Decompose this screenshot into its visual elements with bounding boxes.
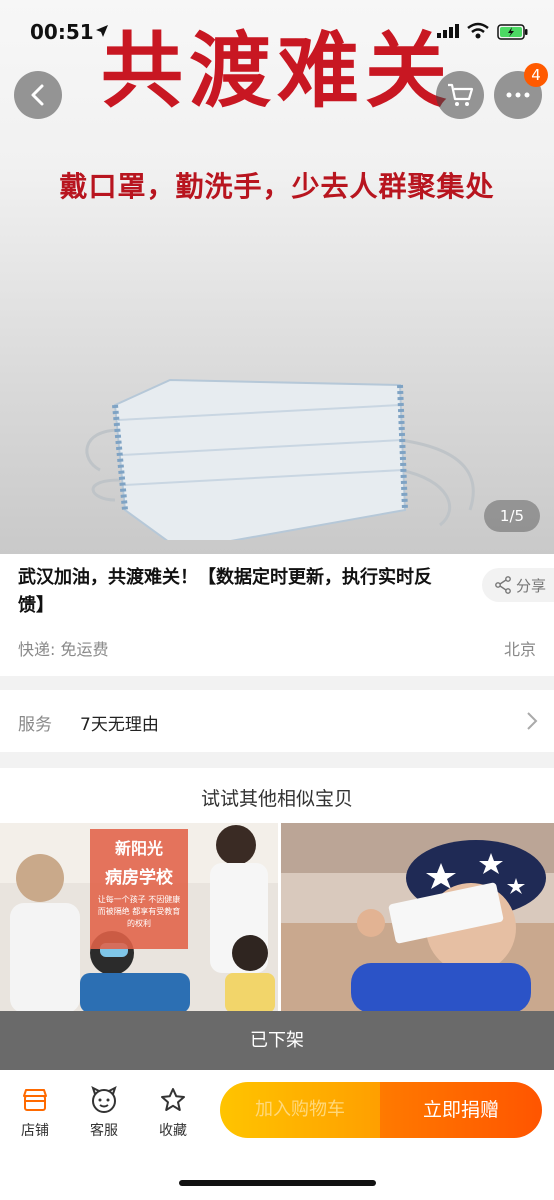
brand-name: 新阳光	[114, 839, 163, 858]
status-time: 00:51	[30, 20, 94, 44]
star-icon	[161, 1088, 185, 1111]
tab-favorite-label: 收藏	[159, 1123, 187, 1139]
service-value: 7天无理由	[80, 715, 159, 735]
brand-description: 让每一个孩子 不因健康而被隔绝 都享有受教育的权利	[97, 895, 181, 928]
donate-now-button[interactable]: 立即捐赠	[380, 1082, 542, 1138]
child-with-star-cap-image	[281, 823, 554, 1013]
cart-button[interactable]	[436, 71, 484, 119]
wifi-icon	[467, 22, 489, 39]
brand-label-box: 新阳光 病房学校 让每一个孩子 不因健康而被隔绝 都享有受教育的权利	[90, 829, 188, 949]
hero-subtitle: 戴口罩，勤洗手，少去人群聚集处	[59, 170, 495, 203]
similar-items-title: 试试其他相似宝贝	[200, 788, 353, 810]
product-info: 武汉加油，共渡难关！【数据定时更新，执行实时反馈】 分享 快递: 免运费 北京	[0, 554, 554, 676]
notification-badge: 4	[524, 63, 548, 87]
tab-favorite[interactable]: 收藏	[148, 1086, 198, 1140]
tab-shop[interactable]: 店铺	[10, 1086, 60, 1140]
chevron-right-icon	[527, 712, 538, 730]
product-title: 武汉加油，共渡难关！【数据定时更新，执行实时反馈】	[18, 567, 432, 616]
back-button[interactable]	[14, 71, 62, 119]
home-indicator[interactable]	[179, 1180, 376, 1186]
image-counter: 1/5	[484, 500, 540, 532]
battery-icon	[497, 24, 528, 40]
service-row[interactable]: 服务 7天无理由	[0, 690, 554, 752]
tab-shop-label: 店铺	[21, 1123, 49, 1139]
service-label: 服务	[18, 715, 52, 735]
face-mask-image	[85, 378, 475, 540]
tab-service-label: 客服	[90, 1123, 118, 1139]
more-dots-icon	[506, 92, 530, 98]
brand-school: 病房学校	[105, 868, 173, 888]
share-button[interactable]: 分享	[482, 568, 554, 602]
ship-from-location: 北京	[503, 640, 536, 659]
similar-item-thumbnail[interactable]	[281, 823, 554, 1013]
shop-icon	[23, 1089, 47, 1111]
off-shelf-banner: 已下架	[0, 1011, 554, 1070]
similar-items-section: 试试其他相似宝贝 新阳光 病房学校 让每一个孩子 不因健康而被隔绝 都享有受教育…	[0, 768, 554, 1070]
chevron-left-icon	[31, 84, 44, 106]
cart-icon	[448, 83, 474, 106]
bottom-action-bar: 店铺 客服 收藏 加入购物车 立即捐赠	[0, 1070, 554, 1200]
add-to-cart-button[interactable]: 加入购物车	[220, 1082, 380, 1138]
more-button[interactable]: 4	[494, 63, 548, 119]
service-icon	[91, 1086, 117, 1113]
location-arrow-icon	[96, 25, 108, 37]
tab-customer-service[interactable]: 客服	[79, 1086, 129, 1140]
cellular-signal-icon	[437, 24, 459, 38]
action-buttons: 加入购物车 立即捐赠	[220, 1082, 542, 1138]
status-bar: 00:51	[0, 0, 554, 46]
shipping-info: 快递: 免运费	[18, 640, 109, 659]
share-icon	[495, 576, 511, 594]
share-label: 分享	[516, 576, 547, 595]
similar-item-thumbnail[interactable]: 新阳光 病房学校 让每一个孩子 不因健康而被隔绝 都享有受教育的权利	[0, 823, 278, 1013]
